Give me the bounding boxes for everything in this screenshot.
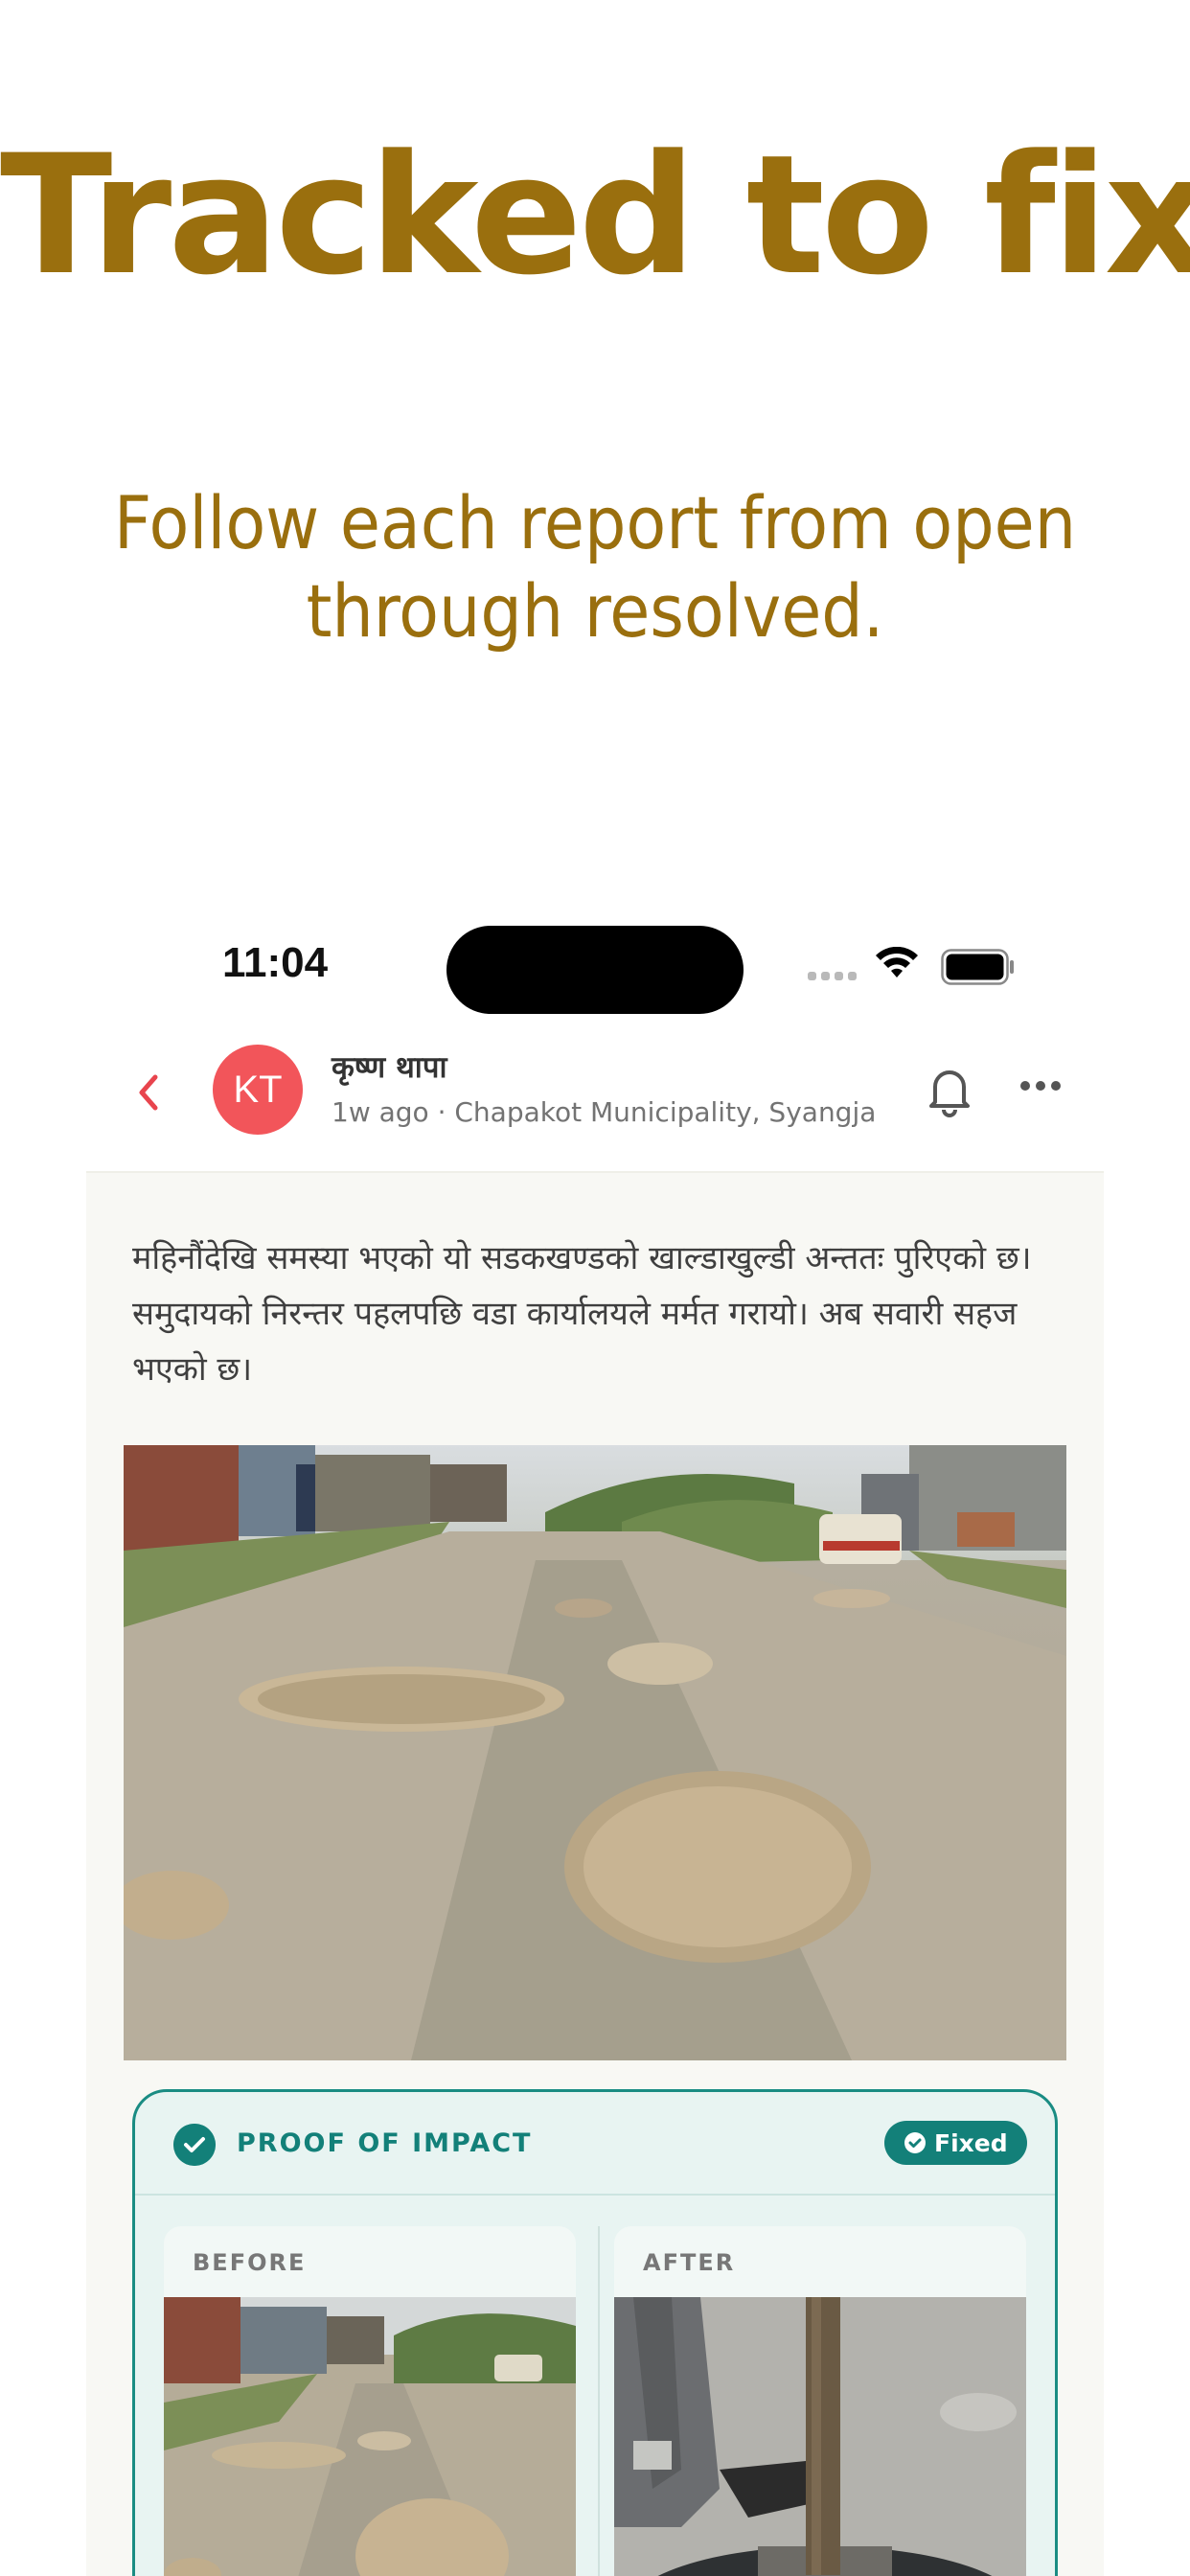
wifi-icon	[876, 947, 918, 978]
before-column[interactable]: BEFORE	[164, 2226, 576, 2576]
card-divider	[86, 1171, 1104, 1173]
hero-subtitle: Follow each report from open through res…	[0, 479, 1190, 656]
before-label: BEFORE	[193, 2249, 307, 2276]
hero-title: Tracked to fixed	[0, 119, 1190, 311]
proof-header: PROOF OF IMPACT Fixed	[135, 2092, 1055, 2196]
signal-icon	[808, 972, 857, 980]
proof-divider	[598, 2226, 600, 2576]
more-icon[interactable]	[1019, 1079, 1062, 1092]
status-time: 11:04	[222, 939, 329, 986]
bell-icon[interactable]	[926, 1066, 973, 1117]
avatar[interactable]: KT	[213, 1045, 303, 1135]
hero-subtitle-line-2: through resolved.	[306, 568, 884, 654]
before-photo[interactable]	[164, 2297, 576, 2576]
after-photo[interactable]	[614, 2297, 1026, 2576]
post-card: महिनौंदेखि समस्या भएको यो सडकखण्डको खाल्…	[86, 1171, 1104, 2576]
proof-of-impact-card: PROOF OF IMPACT Fixed BEFORE AFTER	[132, 2089, 1058, 2576]
battery-icon	[941, 949, 1014, 985]
screen: Tracked to fixed Follow each report from…	[0, 0, 1190, 2576]
dynamic-island	[446, 926, 744, 1014]
post-photo[interactable]	[124, 1445, 1066, 2060]
verified-icon	[904, 2132, 926, 2153]
proof-title: PROOF OF IMPACT	[237, 2128, 533, 2158]
author-name[interactable]: कृष्ण थापा	[332, 1046, 446, 1087]
check-circle-icon	[173, 2124, 216, 2166]
hero-subtitle-line-1: Follow each report from open	[113, 480, 1077, 565]
after-column[interactable]: AFTER	[614, 2226, 1026, 2576]
post-meta: 1w ago · Chapakot Municipality, Syangja	[332, 1096, 877, 1128]
status-badge: Fixed	[884, 2121, 1027, 2165]
back-chevron-icon[interactable]	[130, 1071, 169, 1114]
after-label: AFTER	[643, 2249, 736, 2276]
status-badge-label: Fixed	[934, 2128, 1008, 2157]
post-body: महिनौंदेखि समस्या भएको यो सडकखण्डको खाल्…	[132, 1239, 1032, 1389]
